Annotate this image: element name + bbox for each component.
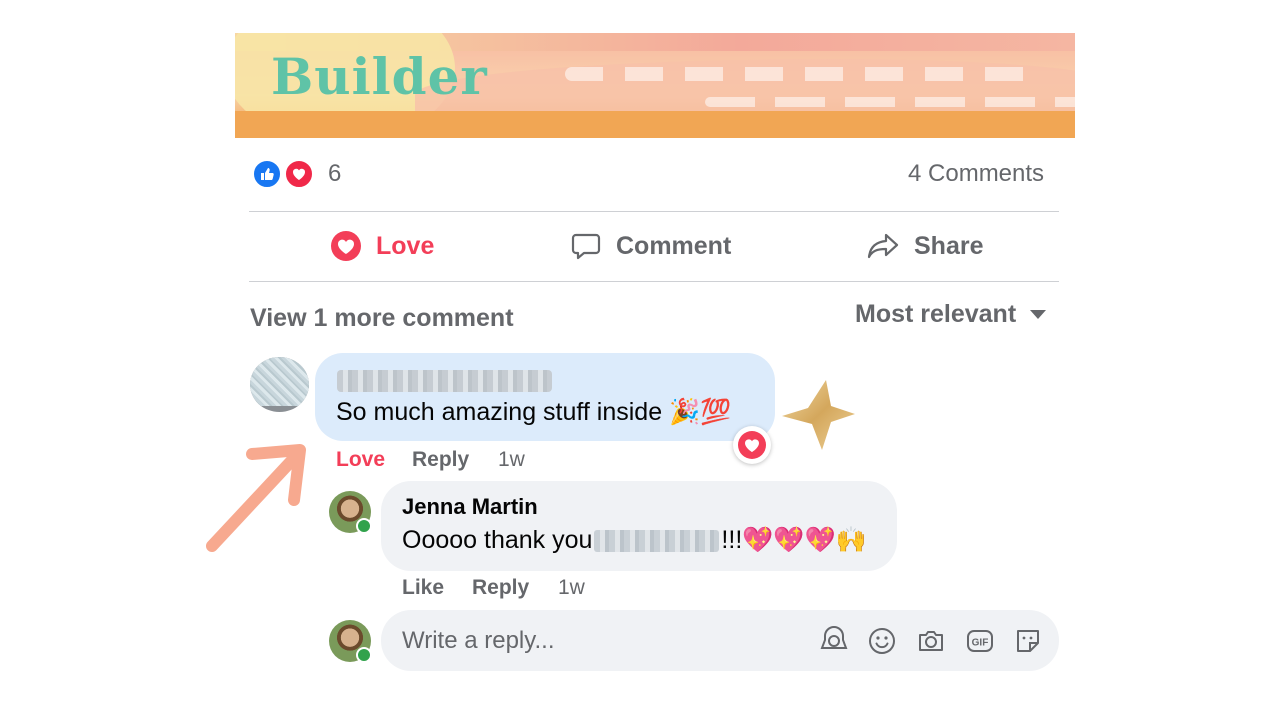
- divider: [249, 211, 1059, 212]
- online-status-dot: [356, 518, 372, 534]
- comment-bubble: [315, 353, 775, 441]
- svg-text:GIF: GIF: [972, 638, 989, 649]
- sort-dropdown[interactable]: Most relevant: [855, 300, 1047, 329]
- love-reaction-icon: [738, 431, 766, 459]
- comment-love-link[interactable]: Love: [336, 448, 385, 472]
- heart-icon: [331, 231, 361, 261]
- avatar-sticker-icon[interactable]: [817, 624, 851, 658]
- star-sticker-icon: [782, 380, 855, 450]
- divider: [249, 281, 1059, 282]
- share-button[interactable]: Share: [866, 230, 983, 262]
- banner-bottom-band: [235, 111, 1075, 138]
- view-more-comments-link[interactable]: View 1 more comment: [250, 304, 514, 333]
- comments-count[interactable]: 4 Comments: [908, 160, 1044, 188]
- sort-caret-icon: [1030, 310, 1047, 319]
- comment-button[interactable]: Comment: [570, 230, 731, 262]
- avatar-redacted: [250, 357, 309, 406]
- comment-reply-link[interactable]: Reply: [412, 448, 469, 472]
- reply-reply-link[interactable]: Reply: [472, 576, 529, 600]
- reply-like-link[interactable]: Like: [402, 576, 444, 600]
- emoji-icon[interactable]: [865, 624, 899, 658]
- comment-author-redacted[interactable]: [337, 370, 552, 392]
- reply-text-end: !!!💖💖💖🙌: [721, 526, 867, 554]
- reply-input[interactable]: [402, 625, 782, 657]
- gif-icon[interactable]: GIF: [963, 624, 997, 658]
- like-reaction-icon[interactable]: [252, 159, 282, 189]
- reply-text-start: Ooooo thank you: [402, 526, 593, 554]
- banner-dots: [565, 67, 1045, 81]
- reply-author[interactable]: Jenna Martin: [402, 494, 538, 520]
- banner-dots: [705, 97, 1075, 107]
- avatar[interactable]: [250, 357, 309, 412]
- love-reaction-icon[interactable]: [284, 159, 314, 189]
- sort-label: Most relevant: [855, 300, 1017, 328]
- annotation-arrow-icon: [206, 444, 306, 552]
- sticker-icon[interactable]: [1011, 624, 1045, 658]
- comment-text: So much amazing stuff inside 🎉💯: [336, 398, 732, 426]
- comment-timestamp[interactable]: 1w: [498, 448, 525, 472]
- share-button-label: Share: [914, 231, 984, 260]
- camera-icon[interactable]: [914, 624, 948, 658]
- reaction-count[interactable]: 6: [328, 160, 341, 188]
- online-status-dot: [356, 647, 372, 663]
- comment-reaction-badge[interactable]: [733, 426, 771, 464]
- reply-timestamp[interactable]: 1w: [558, 576, 585, 600]
- share-icon: [867, 233, 899, 259]
- reply-text: Ooooo thank you !!!💖💖💖🙌: [402, 526, 867, 555]
- redacted-mention[interactable]: [594, 529, 720, 552]
- love-button-label: Love: [376, 231, 435, 260]
- love-button[interactable]: Love: [330, 230, 434, 262]
- banner-title: Builder: [271, 47, 488, 106]
- post-image-banner[interactable]: Builder: [235, 33, 1075, 138]
- comment-button-label: Comment: [616, 231, 732, 260]
- comment-icon: [571, 233, 601, 260]
